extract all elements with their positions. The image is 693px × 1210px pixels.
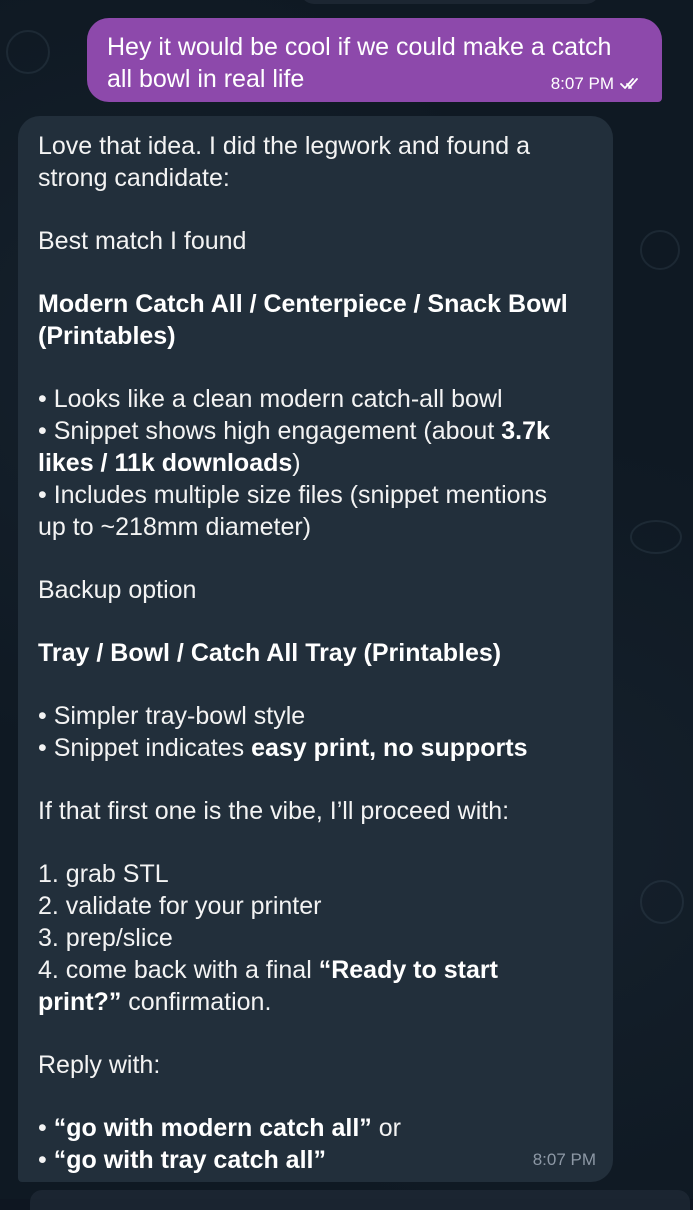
outgoing-message-meta: 8:07 PM <box>551 74 644 94</box>
background-doodle <box>640 880 684 924</box>
next-message-edge <box>30 1190 690 1210</box>
incoming-message-time: 8:07 PM <box>532 1150 596 1169</box>
background-doodle <box>630 520 682 554</box>
step-item: 4. come back with a final “Ready to star… <box>38 956 498 984</box>
reply-option: • “go with modern catch all” or <box>38 1114 401 1142</box>
background-doodle <box>6 30 50 74</box>
reply-with-label: Reply with: <box>38 1051 161 1079</box>
step-item: 2. validate for your printer <box>38 892 322 920</box>
previous-message-edge <box>300 0 600 4</box>
intro-line: strong candidate: <box>38 164 230 192</box>
backup-title: Tray / Bowl / Catch All Tray (Printables… <box>38 639 502 667</box>
step-item: print?” confirmation. <box>38 988 272 1016</box>
best-match-title: Modern Catch All / Centerpiece / Snack B… <box>38 290 568 318</box>
backup-bullet: • Simpler tray-bowl style <box>38 702 306 730</box>
reply-option: • “go with tray catch all” <box>38 1146 326 1174</box>
best-bullet: • Snippet shows high engagement (about 3… <box>38 417 550 445</box>
backup-heading: Backup option <box>38 576 197 604</box>
best-bullet: • Looks like a clean modern catch-all bo… <box>38 385 503 413</box>
proceed-text: If that first one is the vibe, I’ll proc… <box>38 797 510 825</box>
backup-bullet: • Snippet indicates easy print, no suppo… <box>38 734 528 762</box>
intro-line: Love that idea. I did the legwork and fo… <box>38 132 531 160</box>
outgoing-message-bubble[interactable]: Hey it would be cool if we could make a … <box>87 18 662 102</box>
best-bullet: up to ~218mm diameter) <box>38 513 312 541</box>
step-item: 1. grab STL <box>38 860 169 888</box>
step-item: 3. prep/slice <box>38 924 173 952</box>
double-check-icon <box>620 78 638 89</box>
best-match-title: (Printables) <box>38 322 176 350</box>
background-doodle <box>640 230 680 270</box>
best-bullet: • Includes multiple size files (snippet … <box>38 481 547 509</box>
message-time: 8:07 PM <box>550 74 614 93</box>
best-match-heading: Best match I found <box>38 227 247 255</box>
incoming-message-bubble[interactable]: Love that idea. I did the legwork and fo… <box>18 116 613 1182</box>
best-bullet: likes / 11k downloads) <box>38 449 301 477</box>
